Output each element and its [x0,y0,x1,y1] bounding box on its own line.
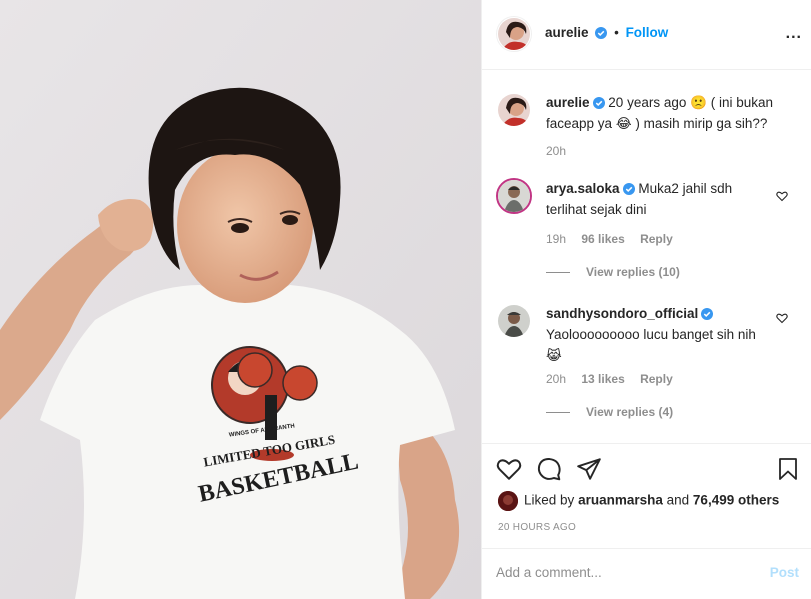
author-avatar[interactable] [498,18,530,50]
verified-badge-icon [595,27,608,39]
liked-by-user[interactable]: aruanmarsha [578,493,663,508]
caption-time[interactable]: 20h [546,144,566,158]
liked-by-and: and [666,492,690,508]
verified-badge-icon [622,183,635,195]
commenter-avatar[interactable] [498,305,530,337]
comment-likes[interactable]: 96 likes [581,232,624,246]
replies-line [546,412,570,414]
cat-laugh-emoji-icon: 😹 [546,348,562,363]
follow-button[interactable]: Follow [626,25,669,40]
comment-text: arya.saloka Muka2 jahil sdh terlihat sej… [546,178,771,220]
comment-likes[interactable]: 13 likes [581,372,624,386]
comment-input[interactable]: Add a comment... [496,565,602,580]
post-photo[interactable]: WINGS OF AMARANTH LIMITED TOO GIRLS BASK… [0,0,481,599]
comment-meta: 19h 96 likes Reply [546,232,685,246]
verified-badge-icon [592,97,605,109]
share-paper-plane-icon[interactable] [576,456,602,482]
post-image: WINGS OF AMARANTH LIMITED TOO GIRLS BASK… [0,0,481,599]
liked-by-prefix: Liked by [524,492,575,508]
caption-meta: 20h [546,144,578,158]
commenter-avatar[interactable] [498,180,530,212]
avatar-image [498,180,530,212]
like-heart-icon[interactable] [496,456,522,482]
avatar-image [498,94,530,126]
view-replies-button[interactable]: View replies (10) [546,265,680,279]
author-username[interactable]: aurelie [545,25,589,40]
post-header: aurelie • Follow ... [482,0,811,70]
view-replies-label[interactable]: View replies (10) [586,265,680,279]
comment-text: sandhysondoro_official Yaolooooooooo luc… [546,303,771,366]
more-options-icon[interactable]: ... [786,25,802,43]
post-timestamp[interactable]: 20 HOURS AGO [498,522,576,533]
separator-dot: • [614,25,619,40]
comment-composer: Add a comment... Post [482,548,811,599]
view-replies-label[interactable]: View replies (4) [586,405,673,419]
avatar-image [498,305,530,337]
frown-emoji-icon: 🙁 [690,95,707,110]
liked-by-avatar[interactable] [498,491,518,511]
comment-bubble-icon[interactable] [536,456,562,482]
post-actions: Liked by aruanmarsha and 76,499 others 2… [482,443,811,548]
like-comment-heart-icon[interactable] [776,312,788,324]
post-comment-button[interactable]: Post [770,565,799,580]
comment-meta: 20h 13 likes Reply [546,372,685,386]
comment-time[interactable]: 19h [546,232,566,246]
caption-avatar[interactable] [498,94,530,126]
replies-line [546,272,570,274]
post-side-panel: aurelie • Follow ... aurelie 20 years ag… [481,0,811,599]
caption-username[interactable]: aurelie [546,95,590,110]
comment-body: Yaolooooooooo lucu banget sih nih [546,327,756,342]
view-replies-button[interactable]: View replies (4) [546,405,673,419]
caption-text-1: 20 years ago [608,95,687,110]
liked-by: Liked by aruanmarsha and 76,499 others [498,491,779,511]
comment-username[interactable]: arya.saloka [546,181,620,196]
comment-username[interactable]: sandhysondoro_official [546,306,698,321]
save-bookmark-icon[interactable] [776,456,800,482]
caption-text-3: ) masih mirip ga sih?? [635,116,768,131]
reply-button[interactable]: Reply [640,372,673,386]
caption-text: aurelie 20 years ago 🙁 ( ini bukan facea… [546,92,796,134]
reply-button[interactable]: Reply [640,232,673,246]
avatar-image [498,18,530,50]
like-comment-heart-icon[interactable] [776,190,788,202]
avatar-image [498,491,518,511]
comment-time[interactable]: 20h [546,372,566,386]
likes-count[interactable]: 76,499 others [693,493,779,508]
verified-badge-icon [701,308,714,320]
laugh-emoji-icon: 😂 [615,116,632,131]
